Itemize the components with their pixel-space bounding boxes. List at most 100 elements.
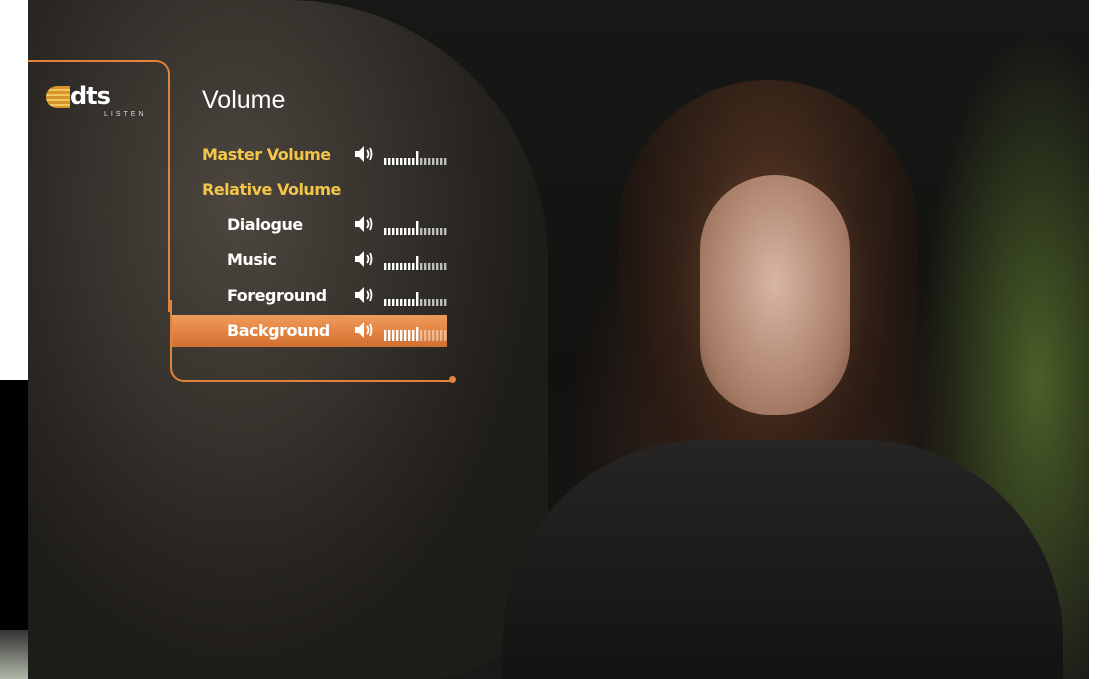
meter-bar [420,299,423,306]
volume-meter[interactable] [384,254,448,270]
speaker-wave [369,252,373,266]
meter-bar [396,158,399,165]
speaker-body [355,322,364,338]
dts-logo-mark-icon [46,86,70,108]
meter-bar [384,299,387,306]
meter-bar [424,158,427,165]
meter-bar [392,299,395,306]
speaker-icon [355,146,373,162]
dialogue-row[interactable]: Dialogue [172,209,447,241]
speaker-icon [355,251,373,267]
speaker-wave [366,149,370,159]
music-row[interactable]: Music [172,244,447,276]
meter-bar [384,158,387,165]
meter-bar [408,330,411,341]
row-label: Music [227,250,277,269]
meter-bar [400,228,403,235]
speaker-wave [366,290,370,300]
meter-bar [384,263,387,270]
meter-bar [392,330,395,341]
meter-bar [412,228,415,235]
meter-bar [436,330,439,341]
meter-bar [396,330,399,341]
meter-bar [436,228,439,235]
meter-bar [408,228,411,235]
right-edge-margin [1089,0,1115,679]
dts-logo: dts LISTEN [46,82,146,124]
speaker-wave [366,254,370,264]
meter-bar [444,228,447,235]
meter-bar [400,299,403,306]
meter-bar [428,299,431,306]
speaker-wave [369,147,373,161]
meter-bar [432,299,435,306]
meter-bar [396,299,399,306]
meter-bar [432,158,435,165]
meter-bar [424,263,427,270]
meter-bar [404,299,407,306]
meter-bar [444,330,447,341]
meter-bar [440,263,443,270]
meter-bar [428,330,431,341]
speaker-wave [369,217,373,231]
speaker-icon [355,287,373,303]
meter-bar [408,263,411,270]
meter-bar [396,228,399,235]
meter-bar [432,228,435,235]
meter-bar [408,158,411,165]
meter-bar [440,228,443,235]
foreground-row[interactable]: Foreground [172,280,447,312]
dts-logo-text: dts [70,82,111,110]
background-row-selected[interactable]: Background [172,315,447,347]
meter-bar [440,299,443,306]
meter-bar [420,330,423,341]
speaker-wave [366,219,370,229]
meter-bar [388,263,391,270]
meter-bar [428,263,431,270]
meter-bar [424,299,427,306]
meter-bar [432,330,435,341]
meter-bar [416,151,419,165]
meter-bar [384,228,387,235]
meter-bar [392,158,395,165]
meter-bar [440,330,443,341]
master-volume-row[interactable]: Master Volume [172,139,447,171]
meter-bar [392,263,395,270]
meter-bar [412,299,415,306]
meter-bar [440,158,443,165]
row-label: Foreground [227,286,327,305]
meter-bar [416,292,419,306]
meter-bar [432,263,435,270]
speaker-wave [369,288,373,302]
meter-bar [404,330,407,341]
meter-bar [428,228,431,235]
volume-meter[interactable] [384,219,448,235]
meter-bar [444,263,447,270]
volume-meter[interactable] [384,149,448,165]
meter-bar [388,330,391,341]
meter-bar [388,158,391,165]
meter-bar [416,221,419,235]
meter-bar [428,158,431,165]
menu-title: Volume [202,86,286,114]
volume-meter[interactable] [384,290,448,306]
row-label: Master Volume [202,145,331,164]
volume-menu-panel: dts LISTEN Volume Master Volume Relative… [28,60,460,390]
meter-bar [416,327,419,341]
speaker-icon [355,216,373,232]
speaker-body [355,251,364,267]
meter-bar [412,330,415,341]
meter-bar [404,263,407,270]
meter-bar [388,228,391,235]
meter-bar [404,158,407,165]
meter-bar [424,330,427,341]
volume-meter[interactable] [384,325,448,341]
meter-bar [412,158,415,165]
meter-bar [400,263,403,270]
meter-bar [436,299,439,306]
meter-bar [408,299,411,306]
relative-volume-row: Relative Volume [172,174,447,206]
meter-bar [420,158,423,165]
speaker-wave [366,325,370,335]
row-label: Dialogue [227,215,303,234]
